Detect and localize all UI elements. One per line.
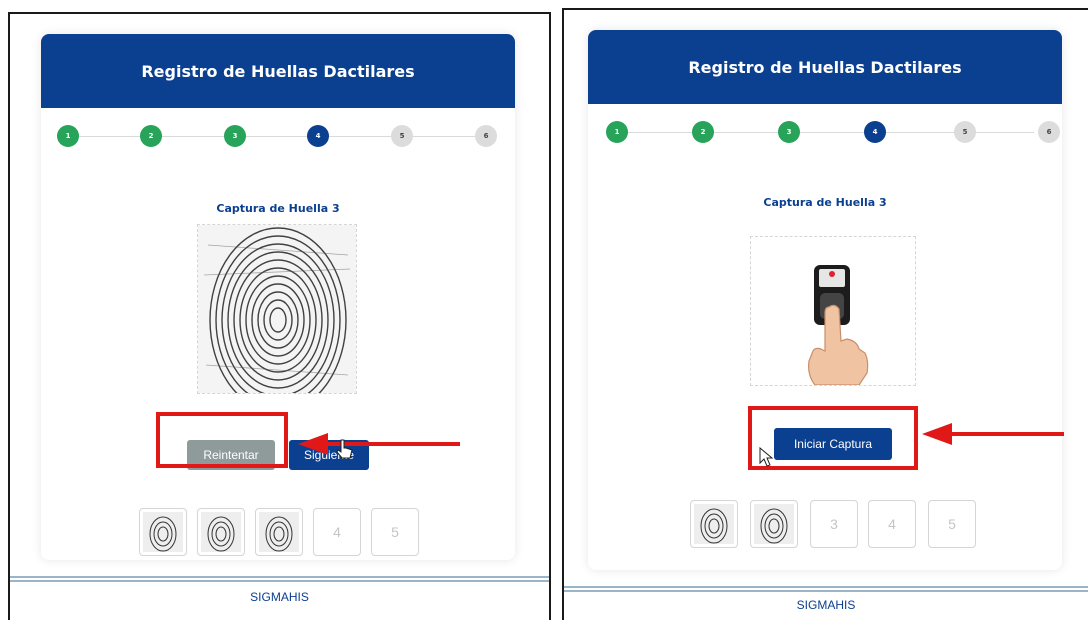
footer-text: SIGMAHIS [796,598,856,612]
thumbnail-2[interactable] [750,500,798,548]
thumbnail-5[interactable]: 5 [371,508,419,556]
fingerprint-icon [198,225,356,413]
step-4: 4 [307,125,329,147]
right-screenshot: Registro de Huellas Dactilares 1 2 3 4 5… [562,8,1088,620]
step-5: 5 [954,121,976,143]
step-1: 1 [57,125,79,147]
thumbnail-3[interactable]: 3 [810,500,858,548]
highlight-box [156,412,288,468]
fingerprint-icon [754,504,794,544]
stepper: 1 2 3 4 5 6 [41,108,515,164]
step-5: 5 [391,125,413,147]
fingerprint-icon [259,512,299,552]
arrow-left-icon [922,423,1064,445]
thumbnail-3[interactable] [255,508,303,556]
step-2: 2 [140,125,162,147]
footer-text: SIGMAHIS [250,590,309,604]
stepper-line [69,136,487,137]
arrow-left-icon [298,433,460,455]
card-header: Registro de Huellas Dactilares [588,30,1062,104]
mouse-cursor-icon [759,446,774,467]
step-3: 3 [778,121,800,143]
capture-title: Captura de Huella 3 [216,202,340,215]
stepper: 1 2 3 4 5 6 [588,104,1062,160]
thumbnail-5[interactable]: 5 [928,500,976,548]
left-screenshot: Registro de Huellas Dactilares 1 2 3 4 5… [8,12,551,620]
step-6: 6 [475,125,497,147]
thumbnail-1[interactable] [690,500,738,548]
mouse-cursor-icon [336,439,353,459]
capture-title: Captura de Huella 3 [763,196,887,209]
step-3: 3 [224,125,246,147]
fingerprint-icon [201,512,241,552]
step-2: 2 [692,121,714,143]
thumbnail-2[interactable] [197,508,245,556]
footer-divider [10,576,549,582]
step-6: 6 [1038,121,1060,143]
thumbnail-4[interactable]: 4 [868,500,916,548]
scanner-illustration [750,236,916,386]
fingerprint-registration-card: Registro de Huellas Dactilares 1 2 3 4 5… [41,34,515,560]
step-4: 4 [864,121,886,143]
fingerprint-icon [143,512,183,552]
fingerprint-registration-card: Registro de Huellas Dactilares 1 2 3 4 5… [588,30,1062,570]
fingerprint-icon [694,504,734,544]
fingerprint-image [197,224,357,413]
footer-divider [564,586,1088,592]
thumbnail-4[interactable]: 4 [313,508,361,556]
card-header: Registro de Huellas Dactilares [41,34,515,108]
hand-icon [808,304,869,385]
thumbnail-1[interactable] [139,508,187,556]
step-1: 1 [606,121,628,143]
